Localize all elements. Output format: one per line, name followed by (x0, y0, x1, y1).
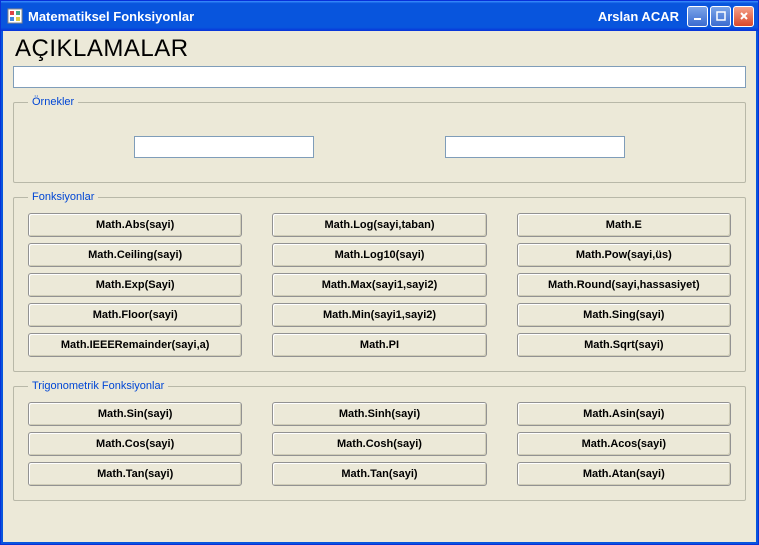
example-input-right[interactable] (445, 136, 625, 158)
trig-row: Math.Sin(sayi) Math.Cos(sayi) Math.Tan(s… (28, 402, 731, 486)
description-input[interactable] (13, 66, 746, 88)
window-title: Matematiksel Fonksiyonlar (28, 9, 598, 24)
fn-math-sqrt[interactable]: Math.Sqrt(sayi) (517, 333, 731, 357)
trig-group: Trigonometrik Fonksiyonlar Math.Sin(sayi… (13, 380, 746, 501)
description-heading: AÇIKLAMALAR (15, 35, 746, 63)
examples-legend: Örnekler (28, 96, 78, 108)
functions-group: Fonksiyonlar Math.Abs(sayi) Math.Ceiling… (13, 191, 746, 372)
fn-math-pi[interactable]: Math.PI (272, 333, 486, 357)
fn-math-sin[interactable]: Math.Sin(sayi) (28, 402, 242, 426)
functions-col-3: Math.E Math.Pow(sayi,üs) Math.Round(sayi… (517, 213, 731, 357)
functions-col-2: Math.Log(sayi,taban) Math.Log10(sayi) Ma… (272, 213, 486, 357)
fn-math-tan-2[interactable]: Math.Tan(sayi) (272, 462, 486, 486)
functions-col-1: Math.Abs(sayi) Math.Ceiling(sayi) Math.E… (28, 213, 242, 357)
examples-row (28, 118, 731, 168)
fn-math-log10[interactable]: Math.Log10(sayi) (272, 243, 486, 267)
fn-math-e[interactable]: Math.E (517, 213, 731, 237)
fn-math-asin[interactable]: Math.Asin(sayi) (517, 402, 731, 426)
fn-math-log[interactable]: Math.Log(sayi,taban) (272, 213, 486, 237)
fn-math-max[interactable]: Math.Max(sayi1,sayi2) (272, 273, 486, 297)
fn-math-ceiling[interactable]: Math.Ceiling(sayi) (28, 243, 242, 267)
maximize-button[interactable] (710, 6, 731, 27)
fn-math-atan[interactable]: Math.Atan(sayi) (517, 462, 731, 486)
window-buttons (687, 6, 754, 27)
window-user-label: Arslan ACAR (598, 9, 679, 24)
client-area: AÇIKLAMALAR Örnekler Fonksiyonlar Math.A… (1, 31, 758, 544)
example-input-left[interactable] (134, 136, 314, 158)
fn-math-sinh[interactable]: Math.Sinh(sayi) (272, 402, 486, 426)
trig-legend: Trigonometrik Fonksiyonlar (28, 380, 168, 392)
trig-col-3: Math.Asin(sayi) Math.Acos(sayi) Math.Ata… (517, 402, 731, 486)
minimize-button[interactable] (687, 6, 708, 27)
fn-math-sing[interactable]: Math.Sing(sayi) (517, 303, 731, 327)
functions-legend: Fonksiyonlar (28, 191, 98, 203)
titlebar[interactable]: Matematiksel Fonksiyonlar Arslan ACAR (1, 1, 758, 31)
fn-math-min[interactable]: Math.Min(sayi1,sayi2) (272, 303, 486, 327)
fn-math-floor[interactable]: Math.Floor(sayi) (28, 303, 242, 327)
app-window: Matematiksel Fonksiyonlar Arslan ACAR AÇ… (0, 0, 759, 545)
fn-math-cosh[interactable]: Math.Cosh(sayi) (272, 432, 486, 456)
fn-math-pow[interactable]: Math.Pow(sayi,üs) (517, 243, 731, 267)
trig-col-1: Math.Sin(sayi) Math.Cos(sayi) Math.Tan(s… (28, 402, 242, 486)
functions-row: Math.Abs(sayi) Math.Ceiling(sayi) Math.E… (28, 213, 731, 357)
fn-math-tan[interactable]: Math.Tan(sayi) (28, 462, 242, 486)
examples-group: Örnekler (13, 96, 746, 183)
fn-math-acos[interactable]: Math.Acos(sayi) (517, 432, 731, 456)
close-button[interactable] (733, 6, 754, 27)
fn-math-exp[interactable]: Math.Exp(Sayi) (28, 273, 242, 297)
fn-math-abs[interactable]: Math.Abs(sayi) (28, 213, 242, 237)
app-icon (7, 8, 23, 24)
trig-col-2: Math.Sinh(sayi) Math.Cosh(sayi) Math.Tan… (272, 402, 486, 486)
fn-math-cos[interactable]: Math.Cos(sayi) (28, 432, 242, 456)
fn-math-round[interactable]: Math.Round(sayi,hassasiyet) (517, 273, 731, 297)
fn-math-ieeeremainder[interactable]: Math.IEEERemainder(sayi,a) (28, 333, 242, 357)
